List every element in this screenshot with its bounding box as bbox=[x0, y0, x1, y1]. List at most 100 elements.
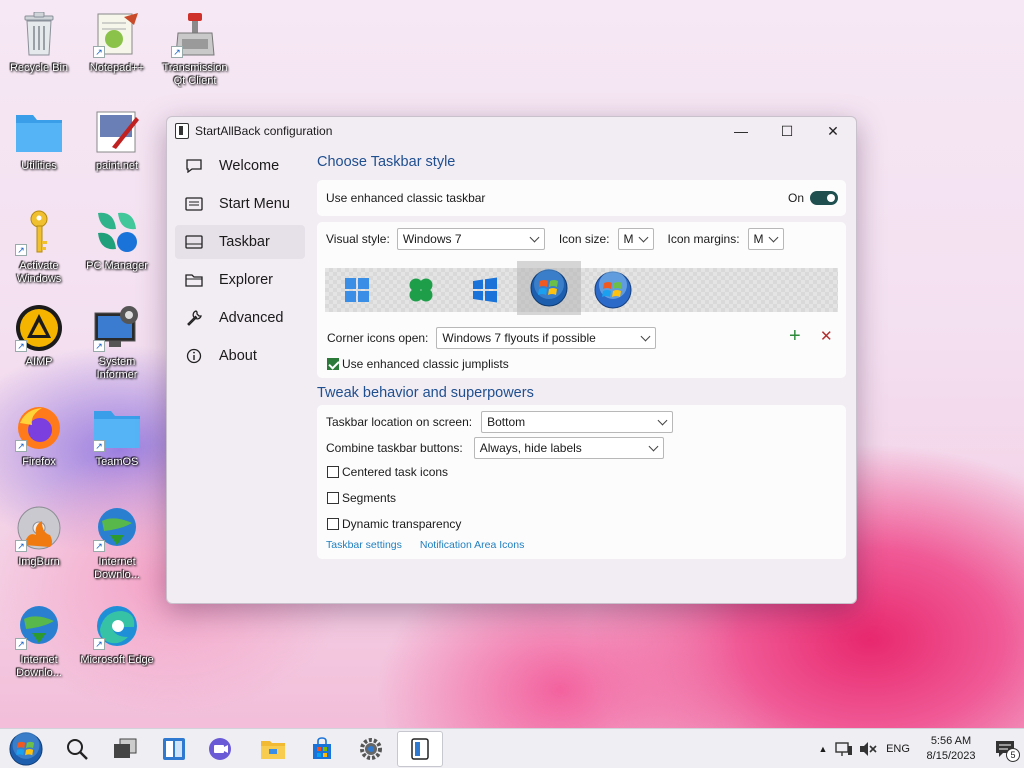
globe-download-icon: ↗ bbox=[93, 504, 141, 552]
enhanced-jumplists-checkbox[interactable] bbox=[327, 358, 339, 370]
sidebar-nav: Welcome Start Menu Taskbar Explorer Adva… bbox=[175, 149, 305, 377]
enhanced-jumplists-label: Use enhanced classic jumplists bbox=[342, 357, 509, 371]
style-option-windows-11[interactable] bbox=[325, 268, 389, 312]
nav-item-taskbar[interactable]: Taskbar bbox=[175, 225, 305, 259]
video-chat-icon bbox=[209, 738, 231, 760]
notification-center-button[interactable]: 5 bbox=[986, 740, 1024, 762]
task-view-icon bbox=[114, 738, 137, 758]
startallback-app-icon bbox=[175, 123, 189, 139]
desktop-icon-aimp[interactable]: ↗ AIMP bbox=[0, 300, 78, 388]
enhanced-taskbar-label: Use enhanced classic taskbar bbox=[326, 191, 486, 205]
start-menu-icon bbox=[185, 196, 203, 212]
paint-net-icon bbox=[93, 108, 141, 156]
clock-date: 8/15/2023 bbox=[926, 750, 976, 762]
section-title-taskbar-style: Choose Taskbar style bbox=[317, 154, 456, 170]
notification-area-icons-link[interactable]: Notification Area Icons bbox=[420, 539, 524, 551]
visual-style-value: Windows 7 bbox=[402, 232, 462, 246]
network-icon[interactable] bbox=[832, 741, 856, 757]
taskbar-icon bbox=[185, 234, 203, 250]
visual-style-select[interactable]: Windows 7 bbox=[396, 228, 545, 250]
shortcut-arrow-icon: ↗ bbox=[93, 46, 105, 58]
nav-item-advanced[interactable]: Advanced bbox=[175, 301, 305, 335]
chevron-down-icon bbox=[529, 232, 540, 243]
desktop-icon-activate-windows[interactable]: ↗ Activate Windows bbox=[0, 204, 78, 292]
desktop-icon-recycle-bin[interactable]: Recycle Bin bbox=[0, 6, 78, 94]
corner-icons-select[interactable]: Windows 7 flyouts if possible bbox=[436, 327, 657, 349]
icon-size-label: Icon size: bbox=[558, 232, 610, 246]
desktop-icon-notepad-plus-plus[interactable]: ↗ Notepad++ bbox=[78, 6, 156, 94]
shortcut-arrow-icon: ↗ bbox=[15, 540, 27, 552]
volume-muted-icon[interactable] bbox=[856, 741, 880, 757]
show-hidden-icons-chevron-up-icon[interactable]: ▲ bbox=[814, 744, 832, 754]
icon-size-select[interactable]: M bbox=[617, 228, 654, 250]
chevron-down-icon bbox=[768, 232, 778, 243]
enhanced-taskbar-state: On bbox=[787, 191, 804, 205]
close-button[interactable]: ✕ bbox=[810, 117, 856, 145]
minimize-button[interactable]: — bbox=[718, 117, 764, 145]
icon-margins-value: M bbox=[753, 232, 764, 246]
shortcut-arrow-icon: ↗ bbox=[93, 540, 105, 552]
nav-item-label: About bbox=[219, 348, 257, 364]
windows-10-logo-icon bbox=[473, 277, 497, 303]
start-orb-button[interactable] bbox=[6, 731, 46, 767]
shortcut-arrow-icon: ↗ bbox=[15, 638, 27, 650]
desktop-icon-pc-manager[interactable]: PC Manager bbox=[78, 204, 156, 292]
clock[interactable]: 5:56 AM 8/15/2023 bbox=[916, 734, 986, 764]
language-indicator[interactable]: ENG bbox=[880, 743, 916, 755]
nav-item-start-menu[interactable]: Start Menu bbox=[175, 187, 305, 221]
nav-item-about[interactable]: About bbox=[175, 339, 305, 373]
desktop-icon-internet-download-manager-2[interactable]: ↗ Internet Downlo... bbox=[0, 598, 78, 686]
combine-buttons-select[interactable]: Always, hide labels bbox=[473, 437, 664, 459]
enhanced-taskbar-toggle[interactable] bbox=[810, 191, 838, 205]
nav-item-welcome[interactable]: Welcome bbox=[175, 149, 305, 183]
key-icon: ↗ bbox=[15, 208, 63, 256]
desktop-icon-utilities[interactable]: Utilities bbox=[0, 104, 78, 192]
icon-margins-label: Icon margins: bbox=[667, 232, 740, 246]
search-button[interactable] bbox=[57, 731, 97, 767]
centered-icons-checkbox[interactable] bbox=[327, 466, 339, 478]
task-view-button[interactable] bbox=[105, 731, 145, 767]
shortcut-arrow-icon: ↗ bbox=[15, 340, 27, 352]
add-button[interactable]: + bbox=[789, 326, 801, 346]
windows-11-logo-icon bbox=[345, 278, 369, 302]
desktop-icon-microsoft-edge[interactable]: ↗ Microsoft Edge bbox=[78, 598, 156, 686]
desktop-icon-imgburn[interactable]: ↗ ImgBurn bbox=[0, 500, 78, 588]
desktop-icon-transmission[interactable]: ↗ Transmission Qt Client bbox=[156, 6, 234, 94]
icon-size-value: M bbox=[623, 232, 634, 246]
microsoft-store-button[interactable] bbox=[302, 731, 342, 767]
desktop-icon-paint-net[interactable]: paint.net bbox=[78, 104, 156, 192]
teams-chat-button[interactable] bbox=[201, 731, 241, 767]
file-explorer-button[interactable] bbox=[253, 731, 293, 767]
centered-icons-label: Centered task icons bbox=[342, 465, 449, 479]
taskbar-location-label: Taskbar location on screen: bbox=[326, 415, 473, 429]
settings-button[interactable] bbox=[351, 731, 391, 767]
taskbar-location-value: Bottom bbox=[487, 415, 526, 429]
chat-bubble-icon bbox=[185, 158, 203, 174]
style-option-windows-7[interactable] bbox=[517, 261, 581, 315]
desktop-icon-internet-download-manager-1[interactable]: ↗ Internet Downlo... bbox=[78, 500, 156, 588]
desktop-icon-teamos[interactable]: ↗ TeamOS bbox=[78, 400, 156, 488]
desktop-icon-firefox[interactable]: ↗ Firefox bbox=[0, 400, 78, 488]
nav-item-label: Welcome bbox=[219, 158, 280, 174]
segments-checkbox[interactable] bbox=[327, 492, 339, 504]
widgets-button[interactable] bbox=[154, 731, 194, 767]
visual-style-card: Visual style: Windows 7 Icon size: M Ico… bbox=[317, 222, 846, 378]
maximize-button[interactable]: ☐ bbox=[764, 117, 810, 145]
title-bar[interactable]: StartAllBack configuration — ☐ ✕ bbox=[167, 117, 856, 145]
startallback-config-window[interactable]: StartAllBack configuration — ☐ ✕ Welcome… bbox=[166, 116, 857, 604]
icon-margins-select[interactable]: M bbox=[747, 228, 784, 250]
style-option-windows-10[interactable] bbox=[453, 268, 517, 312]
desktop-icon-system-informer[interactable]: ↗ System Informer bbox=[78, 300, 156, 388]
style-option-clover[interactable] bbox=[389, 268, 453, 312]
taskbar-location-select[interactable]: Bottom bbox=[481, 411, 674, 433]
nav-item-explorer[interactable]: Explorer bbox=[175, 263, 305, 297]
remove-button[interactable]: ✕ bbox=[820, 328, 833, 346]
dynamic-transparency-checkbox[interactable] bbox=[327, 518, 339, 530]
startallback-taskbar-button[interactable] bbox=[397, 731, 443, 767]
notification-count-badge: 5 bbox=[1006, 748, 1020, 762]
chevron-down-icon bbox=[640, 331, 651, 342]
corner-icons-value: Windows 7 flyouts if possible bbox=[442, 331, 596, 345]
taskbar-settings-link[interactable]: Taskbar settings bbox=[326, 539, 402, 551]
style-option-windows-vista[interactable] bbox=[581, 268, 645, 312]
system-informer-icon: ↗ bbox=[93, 304, 141, 352]
